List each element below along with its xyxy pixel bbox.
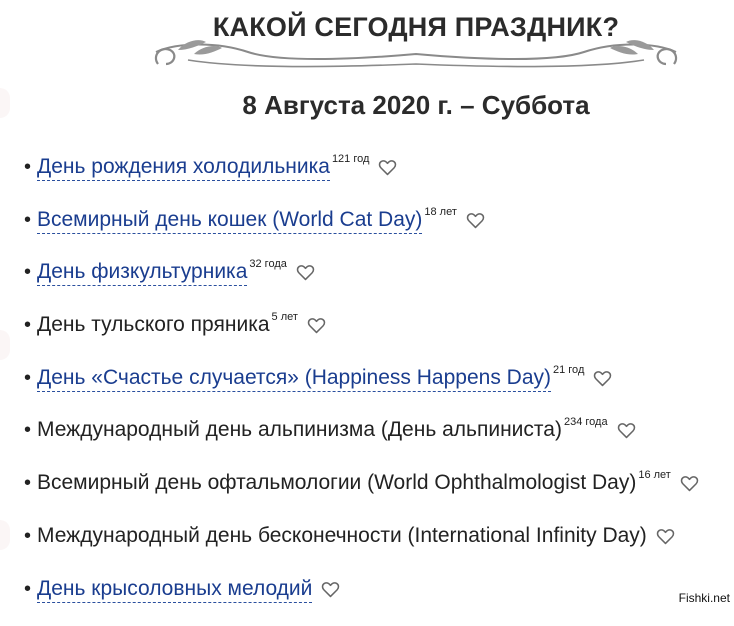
- holiday-name: День тульского пряника: [37, 310, 270, 340]
- holiday-name: Международный день бесконечности (Intern…: [37, 521, 647, 551]
- bullet-icon: •: [24, 152, 37, 182]
- bullet-icon: •: [24, 574, 37, 604]
- holiday-item: •День физкультурника32 года: [24, 257, 699, 310]
- heart-icon[interactable]: [680, 475, 699, 492]
- edge-decoration-bottom: [0, 520, 10, 550]
- heart-icon[interactable]: [307, 317, 326, 334]
- date-heading: 8 Августа 2020 г. – Суббота: [0, 90, 734, 121]
- holiday-age: 16 лет: [638, 469, 671, 481]
- holiday-item: •День тульского пряника5 лет: [24, 310, 699, 363]
- holiday-link[interactable]: День рождения холодильника: [37, 152, 330, 181]
- bullet-icon: •: [24, 415, 37, 445]
- holiday-age: 32 года: [249, 258, 286, 270]
- holiday-age: 121 год: [332, 153, 369, 165]
- holiday-link[interactable]: Всемирный день кошек (World Cat Day): [37, 205, 422, 234]
- bullet-icon: •: [24, 310, 37, 340]
- heart-icon[interactable]: [593, 370, 612, 387]
- heart-icon[interactable]: [466, 212, 485, 229]
- bullet-icon: •: [24, 468, 37, 498]
- bullet-icon: •: [24, 521, 37, 551]
- holiday-item: •День рождения холодильника121 год: [24, 152, 699, 205]
- ornament-divider-icon: [148, 38, 684, 78]
- holiday-item: •День крысоловных мелодий: [24, 574, 699, 626]
- watermark: Fishki.net: [679, 591, 730, 605]
- holiday-age: 5 лет: [272, 311, 298, 323]
- heart-icon[interactable]: [656, 528, 675, 545]
- holiday-link[interactable]: День «Счастье случается» (Happiness Happ…: [37, 363, 551, 392]
- holiday-item: •Международный день бесконечности (Inter…: [24, 521, 699, 574]
- heart-icon[interactable]: [321, 581, 340, 598]
- holiday-item: •Всемирный день кошек (World Cat Day)18 …: [24, 205, 699, 258]
- holiday-link[interactable]: День крысоловных мелодий: [37, 574, 312, 603]
- bullet-icon: •: [24, 363, 37, 393]
- bullet-icon: •: [24, 257, 37, 287]
- edge-decoration-middle: [0, 330, 10, 360]
- heart-icon[interactable]: [296, 264, 315, 281]
- bullet-icon: •: [24, 205, 37, 235]
- holiday-name: Международный день альпинизма (День альп…: [37, 415, 562, 445]
- holiday-link[interactable]: День физкультурника: [37, 257, 247, 286]
- holiday-age: 18 лет: [424, 206, 457, 218]
- holiday-item: •Международный день альпинизма (День аль…: [24, 415, 699, 468]
- heart-icon[interactable]: [617, 422, 636, 439]
- holiday-age: 234 года: [564, 416, 608, 428]
- heart-icon[interactable]: [378, 159, 397, 176]
- holiday-item: •Всемирный день офтальмологии (World Oph…: [24, 468, 699, 521]
- holiday-name: Всемирный день офтальмологии (World Opht…: [37, 468, 636, 498]
- holiday-age: 21 год: [553, 364, 584, 376]
- holiday-list: •День рождения холодильника121 год•Всеми…: [24, 152, 699, 626]
- holiday-item: •День «Счастье случается» (Happiness Hap…: [24, 363, 699, 416]
